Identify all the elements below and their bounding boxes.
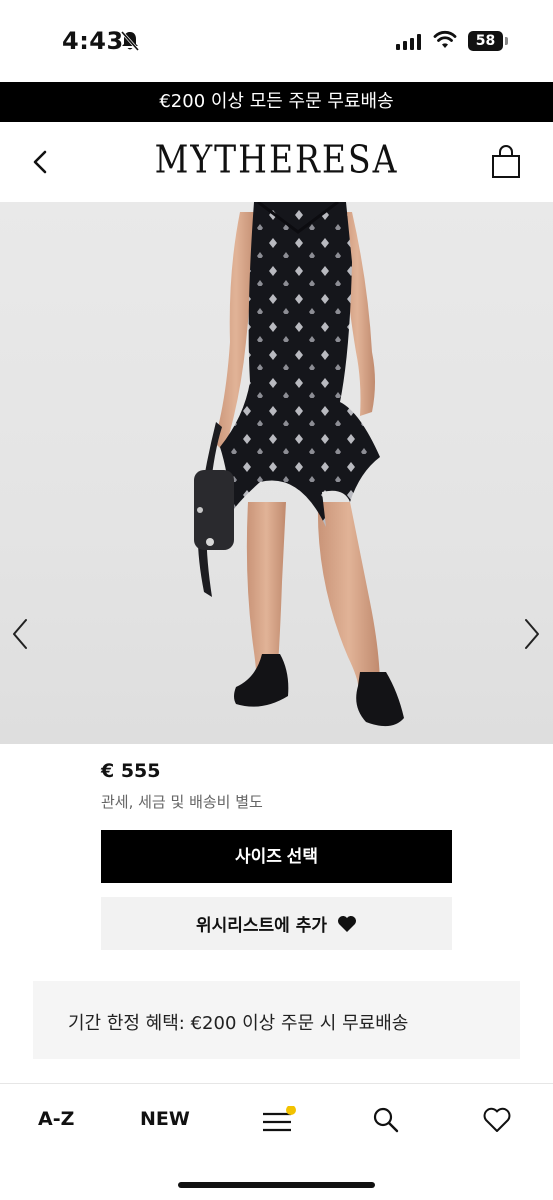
- signal-icon: [396, 34, 421, 50]
- nav-new[interactable]: NEW: [140, 1108, 190, 1130]
- brand-logo[interactable]: MYTHERESA: [0, 137, 553, 182]
- chevron-right-icon[interactable]: [518, 614, 544, 654]
- menu-icon[interactable]: [261, 1106, 301, 1136]
- select-size-button[interactable]: 사이즈 선택: [101, 830, 452, 883]
- offer-box: 기간 한정 혜택: €200 이상 주문 시 무료배송: [33, 981, 520, 1059]
- bottom-nav: A-Z NEW: [0, 1083, 553, 1200]
- heart-outline-icon[interactable]: [482, 1106, 512, 1134]
- status-bar: 4:43 58: [0, 0, 553, 82]
- heart-filled-icon: [338, 915, 357, 932]
- battery-icon: 58: [468, 31, 508, 51]
- promo-banner[interactable]: €200 이상 모든 주문 무료배송: [0, 82, 553, 122]
- shopping-bag-icon[interactable]: [490, 144, 522, 180]
- chevron-left-icon[interactable]: [8, 614, 34, 654]
- product-image[interactable]: [0, 202, 553, 744]
- add-to-wishlist-button[interactable]: 위시리스트에 추가: [101, 897, 452, 950]
- status-time: 4:43: [62, 27, 124, 55]
- wishlist-label: 위시리스트에 추가: [195, 916, 328, 936]
- duty-note: 관세, 세금 및 배송비 별도: [101, 793, 263, 811]
- wifi-icon: [433, 30, 457, 48]
- nav-az[interactable]: A-Z: [38, 1108, 74, 1130]
- bell-off-icon: [120, 31, 140, 51]
- search-icon[interactable]: [372, 1106, 400, 1134]
- product-price: € 555: [101, 760, 161, 782]
- home-indicator: [178, 1182, 375, 1188]
- offer-text: 기간 한정 혜택: €200 이상 주문 시 무료배송: [68, 1013, 409, 1034]
- header: MYTHERESA: [0, 122, 553, 202]
- battery-level: 58: [468, 31, 503, 51]
- product-photo: [194, 202, 404, 727]
